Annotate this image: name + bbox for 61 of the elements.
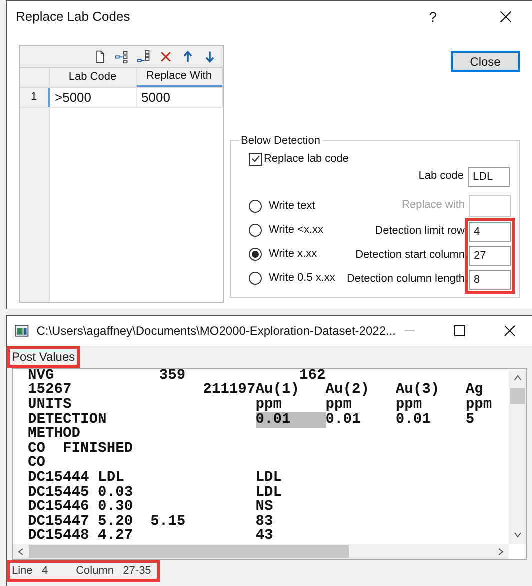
field-label: Lab code	[418, 169, 464, 184]
text-line: DC15446 0.30 NS	[28, 499, 274, 516]
field-label: Detection limit row	[375, 224, 465, 240]
text-line: DC15445 0.03 LDL	[28, 484, 282, 501]
text-line: UNITS ppm ppm ppm ppm	[28, 397, 492, 414]
radio-button[interactable]	[249, 272, 262, 284]
horizontal-scrollbar[interactable]	[13, 544, 509, 559]
app-icon	[15, 324, 29, 337]
delete-icon[interactable]	[159, 50, 173, 64]
text-line: 15267 211197Au(1) Au(2) Au(3) Ag	[28, 382, 484, 398]
maximize-icon[interactable]	[454, 324, 466, 337]
scroll-right-icon[interactable]	[496, 546, 506, 556]
number-field[interactable]: 27	[469, 246, 511, 266]
radio-button[interactable]	[249, 248, 262, 260]
table-cell[interactable]: >5000	[50, 88, 136, 107]
scroll-thumb[interactable]	[510, 388, 525, 404]
column-header[interactable]: Replace With	[136, 68, 223, 87]
insert-row-icon[interactable]	[115, 50, 129, 64]
checkbox[interactable]	[249, 152, 262, 166]
number-field[interactable]: 8	[469, 270, 511, 290]
close-icon[interactable]	[499, 10, 513, 24]
close-button[interactable]: Close	[451, 51, 520, 72]
table-cell[interactable]: 5000	[136, 88, 223, 107]
text-line: CO	[28, 455, 46, 472]
text-line: DC15444 LDL LDL	[28, 470, 282, 486]
text-line: DC15448 4.27 43	[28, 528, 274, 544]
selected-text: 0.01	[256, 412, 326, 428]
number-field[interactable]: 4	[469, 222, 511, 242]
radio-button[interactable]	[249, 224, 262, 236]
text-line: CO FINISHED	[28, 440, 134, 457]
text-line: 0.01 0.01 5	[326, 412, 475, 428]
column-header[interactable]: Lab Code	[50, 68, 136, 87]
append-row-icon[interactable]	[137, 50, 151, 64]
status-text: Line 4	[12, 564, 48, 579]
vertical-scrollbar[interactable]	[509, 368, 526, 544]
text-line: DC15447 5.20 5.15 83	[28, 514, 274, 530]
radio-label: Write <x.xx	[269, 222, 324, 238]
close-icon[interactable]	[504, 324, 516, 337]
scroll-down-icon[interactable]	[512, 530, 522, 540]
scroll-left-icon[interactable]	[16, 546, 26, 556]
field-label: Detection column length	[346, 272, 465, 288]
checkbox-label: Replace lab code	[264, 152, 350, 167]
text-line: DETECTION	[28, 412, 108, 428]
move-down-icon[interactable]	[203, 50, 217, 64]
field-label: Replace with	[402, 198, 465, 214]
help-button[interactable]: ?	[429, 6, 437, 28]
row-number: 1	[20, 88, 50, 107]
window-title: C:\Users\agaffney\Documents\MO2000-Exploration-Dataset-2022...	[36, 322, 396, 340]
scroll-thumb[interactable]	[29, 545, 349, 558]
field-label: Detection start column	[356, 248, 465, 264]
text-line: METHOD	[28, 426, 81, 442]
new-document-icon[interactable]	[93, 50, 107, 64]
window-title: Replace Lab Codes	[16, 8, 130, 26]
move-up-icon[interactable]	[181, 50, 195, 64]
menu-item[interactable]: Post Values	[7, 346, 80, 368]
lab-code-field[interactable]: LDL	[468, 166, 510, 186]
radio-label: Write text	[269, 198, 316, 214]
scroll-up-icon[interactable]	[512, 372, 522, 383]
radio-label: Write x.xx	[269, 246, 318, 262]
radio-label: Write 0.5 x.xx	[269, 270, 336, 286]
status-text: Column 27-35	[76, 564, 152, 579]
